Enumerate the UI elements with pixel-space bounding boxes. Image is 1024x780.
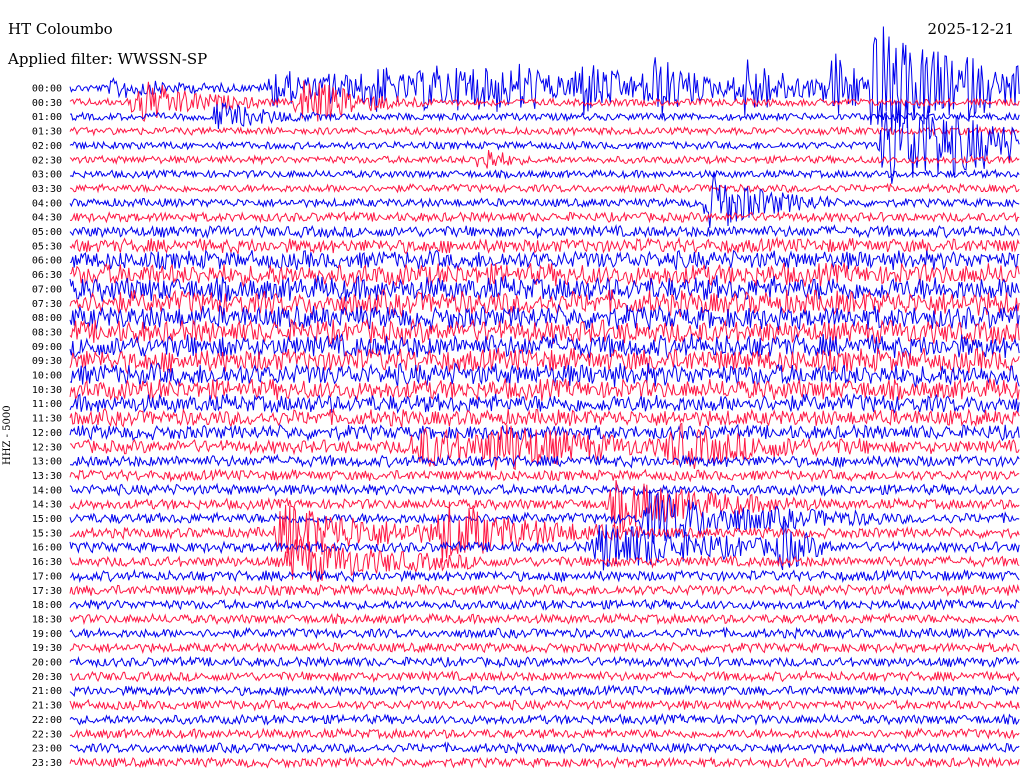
row-time-label: 22:00 bbox=[32, 715, 62, 726]
row-time-label: 23:30 bbox=[32, 758, 62, 769]
trace-row-0500 bbox=[69, 223, 1020, 240]
row-time-label: 02:00 bbox=[32, 141, 62, 152]
row-time-label: 18:30 bbox=[32, 614, 62, 625]
trace-row-2230 bbox=[69, 727, 1020, 740]
trace-row-1530 bbox=[69, 501, 1020, 563]
row-time-label: 13:00 bbox=[32, 457, 62, 468]
trace-row-1030 bbox=[69, 377, 1020, 401]
trace-row-2330 bbox=[69, 756, 1020, 769]
row-time-label: 20:00 bbox=[32, 658, 62, 669]
trace-row-1930 bbox=[69, 641, 1020, 654]
trace-row-1830 bbox=[69, 612, 1020, 626]
row-time-label: 01:30 bbox=[32, 127, 62, 138]
row-time-label: 17:00 bbox=[32, 571, 62, 582]
trace-row-1330 bbox=[69, 468, 1020, 483]
trace-row-1900 bbox=[69, 626, 1020, 640]
trace-row-1730 bbox=[69, 583, 1020, 598]
row-time-label: 14:30 bbox=[32, 500, 62, 511]
row-time-label: 05:30 bbox=[32, 241, 62, 252]
row-time-label: 06:30 bbox=[32, 270, 62, 281]
trace-row-1500 bbox=[69, 489, 1020, 545]
row-time-label: 08:30 bbox=[32, 327, 62, 338]
trace-row-2200 bbox=[69, 712, 1020, 726]
trace-row-2100 bbox=[69, 684, 1020, 698]
row-time-label: 10:00 bbox=[32, 371, 62, 382]
trace-row-0300 bbox=[69, 168, 1020, 180]
row-time-label: 12:00 bbox=[32, 428, 62, 439]
row-time-label: 23:00 bbox=[32, 744, 62, 755]
trace-row-1300 bbox=[70, 453, 1020, 469]
row-time-label: 15:30 bbox=[32, 528, 62, 539]
row-time-label: 15:00 bbox=[32, 514, 62, 525]
row-time-label: 09:00 bbox=[32, 342, 62, 353]
row-time-label: 19:00 bbox=[32, 629, 62, 640]
row-time-label: 12:30 bbox=[32, 442, 62, 453]
row-time-label: 00:30 bbox=[32, 98, 62, 109]
trace-row-0700 bbox=[69, 275, 1020, 303]
row-time-label: 01:00 bbox=[32, 112, 62, 123]
row-time-label: 04:00 bbox=[32, 198, 62, 209]
row-time-label: 02:30 bbox=[32, 155, 62, 166]
trace-row-1100 bbox=[69, 392, 1020, 414]
row-time-label: 05:00 bbox=[32, 227, 62, 238]
row-time-label: 17:30 bbox=[32, 586, 62, 597]
row-time-label: 21:00 bbox=[32, 686, 62, 697]
row-time-label: 07:30 bbox=[32, 299, 62, 310]
trace-row-1700 bbox=[69, 568, 1020, 584]
row-time-label: 20:30 bbox=[32, 672, 62, 683]
trace-row-2130 bbox=[69, 698, 1020, 712]
row-time-label: 11:30 bbox=[32, 414, 62, 425]
row-time-label: 03:30 bbox=[32, 184, 62, 195]
row-time-label: 10:30 bbox=[32, 385, 62, 396]
row-time-label: 14:00 bbox=[32, 485, 62, 496]
row-time-label: 16:00 bbox=[32, 543, 62, 554]
row-time-label: 16:30 bbox=[32, 557, 62, 568]
row-time-label: 03:00 bbox=[32, 170, 62, 181]
trace-row-0600 bbox=[69, 249, 1020, 271]
row-time-label: 13:30 bbox=[32, 471, 62, 482]
row-time-label: 07:00 bbox=[32, 284, 62, 295]
trace-row-1130 bbox=[69, 408, 1020, 428]
trace-row-0100 bbox=[69, 101, 1020, 129]
row-time-label: 11:00 bbox=[32, 399, 62, 410]
trace-row-0130 bbox=[69, 125, 1020, 137]
trace-row-0530 bbox=[69, 236, 1020, 256]
trace-row-0330 bbox=[69, 182, 1020, 194]
row-time-label: 19:30 bbox=[32, 643, 62, 654]
row-time-label: 09:30 bbox=[32, 356, 62, 367]
row-time-label: 04:30 bbox=[32, 213, 62, 224]
row-time-label: 06:00 bbox=[32, 256, 62, 267]
row-time-label: 08:00 bbox=[32, 313, 62, 324]
trace-row-0630 bbox=[69, 262, 1020, 288]
row-time-label: 22:30 bbox=[32, 729, 62, 740]
trace-row-2300 bbox=[69, 741, 1020, 755]
row-time-label: 18:00 bbox=[32, 600, 62, 611]
trace-row-0430 bbox=[69, 210, 1020, 224]
trace-row-2000 bbox=[69, 655, 1020, 669]
trace-row-0230 bbox=[69, 150, 1020, 169]
row-time-label: 00:00 bbox=[32, 84, 62, 95]
seismogram-plot: 00:00 00:30 01:00 01:30 02:00 02:30 03:00 03:30… bbox=[32, 26, 1020, 769]
trace-row-1400 bbox=[69, 482, 1020, 497]
row-time-label: 21:30 bbox=[32, 701, 62, 712]
trace-row-2030 bbox=[69, 669, 1020, 683]
trace-row-1800 bbox=[69, 598, 1020, 611]
